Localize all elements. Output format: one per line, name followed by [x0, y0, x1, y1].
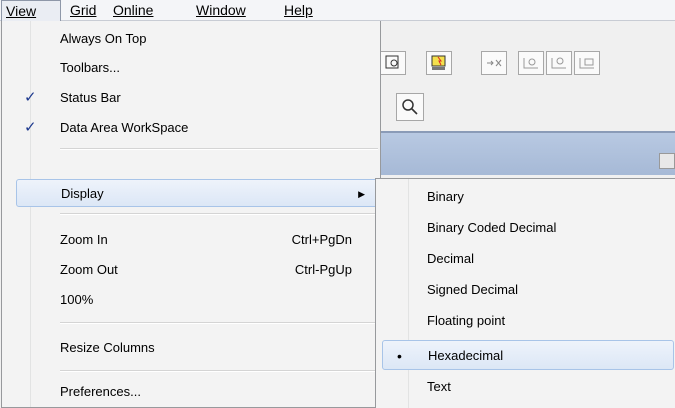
- submenu-arrow-icon: ▶: [358, 189, 365, 199]
- menu-item-label: Zoom In: [60, 232, 108, 247]
- submenu-item-decimal[interactable]: Decimal: [382, 244, 674, 274]
- menu-item-toolbars[interactable]: Toolbars...: [2, 54, 380, 82]
- remove-x-icon[interactable]: [481, 51, 507, 75]
- menu-item-shortcut: Ctrl-PgUp: [294, 262, 352, 277]
- display-submenu: Binary Binary Coded Decimal Decimal Sign…: [375, 178, 675, 408]
- zoom-icon[interactable]: [396, 93, 424, 121]
- view-menu: Always On Top Toolbars... ✓ Status Bar ✓…: [1, 21, 381, 408]
- menu-item-label: Always On Top: [60, 31, 147, 46]
- submenu-item-label: Decimal: [427, 251, 474, 266]
- submenu-item-binary[interactable]: Binary: [382, 182, 674, 212]
- watch-down-icon[interactable]: [546, 51, 572, 75]
- menu-item-zoom-in[interactable]: Zoom In Ctrl+PgDn: [2, 226, 380, 254]
- submenu-item-label: Text: [427, 379, 451, 394]
- menu-item-resize-columns[interactable]: Resize Columns: [2, 334, 380, 362]
- watch-icon[interactable]: [518, 51, 544, 75]
- menu-item-label: 100%: [60, 292, 94, 307]
- menu-help[interactable]: Help: [284, 1, 313, 19]
- menu-item-label: Preferences...: [60, 384, 141, 399]
- check-icon: ✓: [24, 119, 37, 136]
- submenu-item-label: Binary Coded Decimal: [427, 220, 557, 235]
- menu-item-zoom-out[interactable]: Zoom Out Ctrl-PgUp: [2, 256, 380, 284]
- menu-separator: [60, 370, 378, 372]
- menu-item-display[interactable]: Display ▶: [16, 179, 380, 207]
- find-icon[interactable]: [380, 51, 406, 75]
- menu-item-label: Zoom Out: [60, 262, 118, 277]
- menu-window-label: Window: [196, 2, 246, 18]
- menu-window[interactable]: Window: [196, 1, 246, 19]
- menu-bar: View Grid Online Window Help: [0, 0, 675, 21]
- submenu-item-signed-decimal[interactable]: Signed Decimal: [382, 275, 674, 305]
- menu-item-label: Data Area WorkSpace: [60, 120, 189, 135]
- menu-item-shortcut: Ctrl+PgDn: [291, 232, 352, 247]
- menu-item-data-area-workspace[interactable]: ✓ Data Area WorkSpace: [2, 114, 380, 142]
- menu-item-label: Status Bar: [60, 90, 121, 105]
- workspace-title-band: [380, 131, 675, 175]
- submenu-item-floating-point[interactable]: Floating point: [382, 306, 674, 336]
- menu-item-label: Toolbars...: [60, 60, 120, 75]
- menu-separator: [60, 148, 378, 150]
- band-button[interactable]: [659, 153, 675, 169]
- submenu-item-label: Binary: [427, 189, 464, 204]
- submenu-item-text[interactable]: Text: [382, 372, 674, 402]
- menu-view[interactable]: View: [1, 0, 61, 21]
- radio-bullet-icon: •: [397, 348, 402, 364]
- submenu-item-binary-coded-decimal[interactable]: Binary Coded Decimal: [382, 213, 674, 243]
- menu-separator: [60, 213, 378, 215]
- menu-item-label: Resize Columns: [60, 340, 155, 355]
- menu-separator: [60, 322, 378, 324]
- submenu-item-hexadecimal[interactable]: • Hexadecimal: [382, 340, 674, 370]
- check-icon: ✓: [24, 89, 37, 106]
- menu-item-status-bar[interactable]: ✓ Status Bar: [2, 84, 380, 112]
- menu-item-label: Display: [61, 186, 104, 201]
- menu-item-always-on-top[interactable]: Always On Top: [2, 25, 380, 53]
- submenu-item-label: Signed Decimal: [427, 282, 519, 297]
- submenu-item-label: Floating point: [427, 313, 506, 328]
- submenu-item-label: Hexadecimal: [428, 348, 504, 363]
- menu-help-label: Help: [284, 2, 313, 18]
- menu-view-label: View: [6, 3, 37, 19]
- menu-item-zoom-100[interactable]: 100%: [2, 286, 380, 314]
- menu-item-preferences[interactable]: Preferences...: [2, 378, 380, 406]
- toolbar-row-2: [380, 93, 675, 129]
- monitor-icon[interactable]: [426, 51, 452, 75]
- watch-table-icon[interactable]: [574, 51, 600, 75]
- menu-grid-label: Grid: [70, 2, 97, 18]
- menu-online-label: Online: [113, 2, 154, 18]
- menu-grid[interactable]: Grid: [70, 1, 96, 19]
- menu-online[interactable]: Online: [113, 1, 153, 19]
